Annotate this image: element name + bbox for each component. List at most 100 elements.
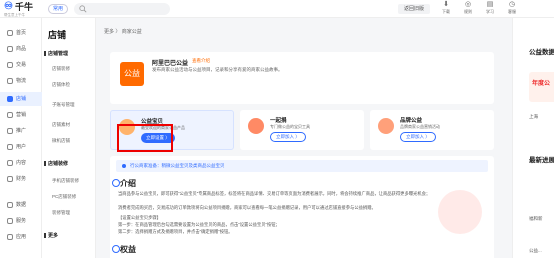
intro-paragraph: 当商品参与公益宝贝，即可获得“公益宝贝”专属商品标签，标签将在商品详情、交易订单… [118, 191, 431, 196]
breadcrumb: 更多 〉 商家公益 [104, 29, 142, 35]
logo-name: 千牛 [15, 2, 34, 12]
top-service[interactable]: ◷ 客服 [502, 1, 522, 17]
sidebar-item-label: 首页 [16, 30, 27, 36]
top-study[interactable]: ▤ 学习 [480, 1, 500, 17]
main-content: 更多 〉 商家公益 公益 阿里巴巴公益 查看介绍 发布商家公益活动与公益项目，记… [96, 18, 512, 258]
annual-banner[interactable]: 年度公 [529, 72, 554, 102]
intro-paragraph: 消费者完成购买后，交易成功的订单款项将向公益项目捐赠，商家可以查看每一笔公益捐赠… [118, 205, 376, 210]
service-card-donate-together[interactable]: 一起捐 专门做公益的宝贝工具 立即加入 〉 [240, 110, 364, 150]
subnav-item[interactable]: 手机店铺装修 [52, 178, 79, 184]
store-subnav: 店铺 店铺管理 店铺装修 店铺体检 子账号管理 店铺素材 微机店铺 店铺装修 手… [42, 18, 96, 258]
join-now-button[interactable]: 立即加入 〉 [400, 132, 436, 142]
sidebar-item-label: 服务 [16, 218, 27, 224]
sidebar-item-products[interactable]: 商品 [0, 42, 42, 56]
top-rules-label: 规则 [464, 9, 472, 14]
sidebar-item-service[interactable]: 服务 [0, 214, 42, 228]
sidebar-item-label: 数据 [16, 202, 27, 208]
right-title-progress: 最新进展 [529, 157, 554, 164]
trade-icon [7, 62, 13, 68]
promotion-icon [7, 128, 13, 134]
section-intro-title: 介绍 [112, 179, 136, 188]
logo[interactable]: ♾ 千牛 帮生意上千牛 [4, 1, 40, 18]
highlight-box [117, 124, 173, 152]
view-intro-link[interactable]: 查看介绍 [192, 58, 210, 64]
sidebar-item-users[interactable]: 用户 [0, 140, 42, 154]
subnav-more[interactable]: 更多 [43, 232, 58, 239]
data-icon [7, 202, 13, 208]
notice-bar: 行公商家准备：稍微公益宝贝及类商品公益宝贝 [116, 160, 488, 172]
sidebar-item-store[interactable]: 店铺 [0, 92, 42, 106]
user-icon [7, 144, 13, 150]
service-title: 品牌公益 [400, 118, 423, 124]
steps-heading: 【设置公益宝贝步骤】 [118, 215, 161, 220]
sidebar-item-trade[interactable]: 交易 [0, 58, 42, 72]
sidebar-item-promotion[interactable]: 推广 [0, 124, 42, 138]
home-icon [7, 30, 13, 36]
annual-banner-text: 年度公 [532, 81, 551, 87]
sidebar-item-label: 交易 [16, 62, 27, 68]
sidebar-item-label: 应用 [16, 234, 27, 240]
intro-title: 阿里巴巴公益 [152, 61, 189, 67]
logistics-icon [7, 78, 13, 84]
sidebar-item-label: 财务 [16, 176, 27, 182]
study-icon: ▤ [486, 1, 494, 8]
search-input[interactable] [74, 3, 170, 15]
sidebar-item-content[interactable]: 内容 [0, 156, 42, 170]
sidebar-item-label: 推广 [16, 128, 27, 134]
sidebar-item-label: 用户 [16, 144, 27, 150]
logo-icon: ♾ [4, 1, 13, 12]
step-one: 第一步：在商品管理后台勾选需要设置为公益宝贝的商品，点击“设置公益宝贝”按钮； [118, 222, 280, 227]
subnav-item[interactable]: 店铺装修 [52, 66, 70, 72]
heart-icon [378, 118, 394, 134]
sidebar-item-label: 营销 [16, 112, 27, 118]
marketing-icon [7, 112, 13, 118]
top-download[interactable]: ⬇ 下载 [436, 1, 456, 17]
download-icon: ⬇ [443, 1, 449, 8]
service-desc: 品牌商家公益营销活动 [400, 124, 440, 129]
service-title: 一起捐 [270, 118, 287, 124]
sidebar-item-home[interactable]: 首页 [0, 26, 42, 40]
right-panel: 公益数据 年度公 上海 最新进展 福和新 公益... [512, 18, 554, 258]
sidebar-item-label: 内容 [16, 160, 27, 166]
sidebar-item-data[interactable]: 数据 [0, 198, 42, 212]
subnav-item[interactable]: 微机店铺 [52, 138, 70, 144]
service-icon: ◷ [508, 1, 516, 8]
charity-logo: 公益 [120, 62, 144, 86]
right-item[interactable]: 公益... [529, 248, 542, 254]
service-desc: 专门做公益的宝贝工具 [270, 124, 310, 129]
common-pill[interactable]: 常用 [48, 4, 68, 14]
right-item[interactable]: 福和新 [529, 216, 543, 222]
subnav-group-head: 店铺管理 [43, 51, 69, 57]
service-icon [7, 218, 13, 224]
subnav-item[interactable]: 子账号管理 [52, 102, 75, 108]
sidebar-item-apps[interactable]: 应用 [0, 230, 42, 244]
step-two: 第二步：选择捐赠方式及捐赠项目，并点击“确定捐赠”按钮。 [118, 229, 233, 234]
subnav-title: 店铺 [48, 30, 67, 40]
top-study-label: 学习 [486, 9, 494, 14]
section-benefits-title: 权益 [112, 245, 136, 254]
service-card-brand-charity[interactable]: 品牌公益 品牌商家公益营销活动 立即加入 〉 [370, 110, 494, 150]
apps-icon [7, 234, 13, 240]
subnav-item[interactable]: 店铺素材 [52, 122, 70, 128]
subnav-group-head: 店铺装修 [43, 161, 69, 167]
join-now-button[interactable]: 立即加入 〉 [270, 132, 306, 142]
top-bar: ♾ 千牛 帮生意上千牛 常用 返回旧版 ⬇ 下载 ◎ 规则 ▤ 学习 ◷ 客服 [0, 0, 554, 18]
people-icon [248, 118, 264, 134]
subnav-item[interactable]: 装修管理 [52, 210, 70, 216]
sidebar-item-finance[interactable]: 财务 [0, 172, 42, 186]
subnav-item[interactable]: PC店铺装修 [52, 194, 76, 200]
main-sidebar: 首页 商品 交易 物流 店铺 营销 推广 用户 内容 财务 数据 服务 应用 [0, 18, 42, 258]
store-icon [7, 96, 13, 102]
sidebar-item-marketing[interactable]: 营销 [0, 108, 42, 122]
subnav-item[interactable]: 店铺体检 [52, 82, 70, 88]
content-icon [7, 160, 13, 166]
intro-description: 发布商家公益活动与公益项目，记录和分享有爱的商家公益故事。 [152, 67, 283, 72]
top-service-label: 客服 [508, 9, 516, 14]
back-to-old-version-button[interactable]: 返回旧版 [398, 4, 430, 14]
sidebar-item-label: 商品 [16, 46, 27, 52]
top-rules[interactable]: ◎ 规则 [458, 1, 478, 17]
sidebar-item-logistics[interactable]: 物流 [0, 74, 42, 88]
detail-panel: 行公商家准备：稍微公益宝贝及类商品公益宝贝 介绍 当商品参与公益宝贝，即可获得“… [110, 156, 494, 258]
right-title-data: 公益数据 [529, 49, 554, 56]
right-item[interactable]: 上海 [529, 114, 538, 120]
